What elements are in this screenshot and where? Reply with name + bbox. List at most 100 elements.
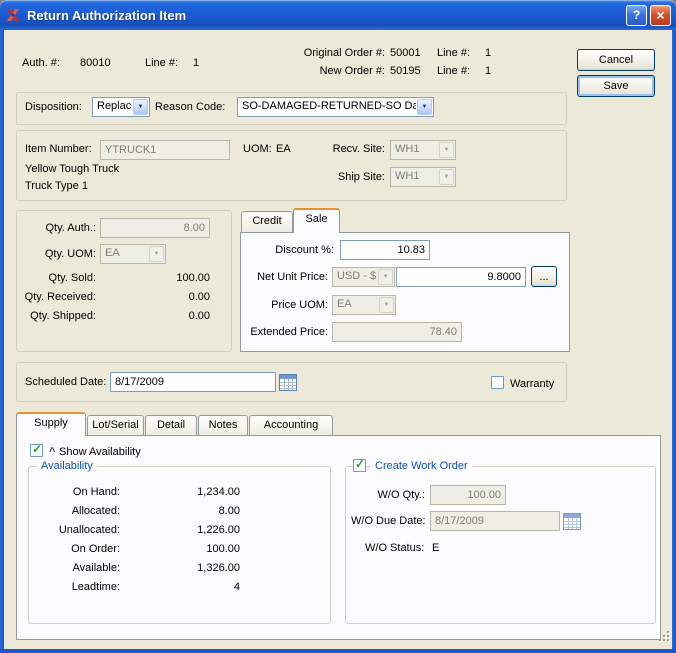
chevron-down-icon: ▼ [379,297,394,313]
leadtime-value: 4 [128,581,240,594]
close-button[interactable]: × [650,5,671,26]
recv-site-value: WH1 [391,141,438,159]
price-uom-select: EA ▼ [332,295,396,315]
ship-site-value: WH1 [391,168,438,186]
return-authorization-item-window: Return Authorization Item ? × Auth. #: 8… [0,0,676,653]
scheduled-date-calendar-button[interactable] [279,374,297,391]
new-order-label: New Order #: [270,65,385,78]
chevron-down-icon: ▼ [378,269,393,285]
uom-label: UOM: [243,143,272,156]
tab-supply[interactable]: Supply [16,412,86,436]
warranty-label: Warranty [510,378,554,391]
qty-auth-label: Qty. Auth.: [14,222,96,235]
auth-number-value: 80010 [80,57,111,70]
net-unit-price-field[interactable] [396,267,526,287]
qty-sold-label: Qty. Sold: [14,272,96,285]
resize-grip[interactable] [658,630,671,643]
unallocated-value: 1,226.00 [128,524,240,537]
line-number-value: 1 [193,57,199,70]
wo-status-value: E [432,542,439,555]
extended-price-label: Extended Price: [240,326,328,339]
new-order-value: 50195 [390,65,421,78]
tab-sale[interactable]: Sale [293,208,340,233]
check-icon: ✓ [355,457,365,471]
wo-due-date-label: W/O Due Date: [351,515,425,528]
window-border-bottom [0,649,676,653]
window-border-right [672,30,676,653]
scheduled-date-label: Scheduled Date: [25,376,106,389]
chevron-down-icon: ▼ [439,169,454,185]
new-line-value: 1 [485,65,491,78]
unallocated-label: Unallocated: [34,524,120,537]
tab-notes[interactable]: Notes [198,415,248,435]
on-hand-value: 1,234.00 [128,486,240,499]
item-number-label: Item Number: [25,143,92,156]
qty-received-value: 0.00 [130,291,210,304]
leadtime-label: Leadtime: [34,581,120,594]
item-description-line1: Yellow Tough Truck [25,163,119,176]
discount-field[interactable] [340,240,430,260]
create-work-order-title: Create Work Order [371,460,472,473]
disposition-value: Replace [93,98,132,116]
wo-due-date-field [430,511,560,531]
qty-uom-label: Qty. UOM: [14,248,96,261]
qty-shipped-value: 0.00 [130,310,210,323]
reason-code-select[interactable]: SO-DAMAGED-RETURNED-SO Damaged ▼ [237,97,434,117]
titlebar[interactable]: Return Authorization Item ? × [0,0,676,30]
wo-qty-label: W/O Qty.: [351,489,425,502]
disposition-label: Disposition: [25,101,82,114]
availability-title: Availability [37,460,97,473]
save-button[interactable]: Save [577,75,655,97]
qty-sold-value: 100.00 [130,272,210,285]
warranty-checkbox[interactable] [491,376,504,389]
auth-number-label: Auth. #: [22,57,60,70]
reason-code-value: SO-DAMAGED-RETURNED-SO Damaged [238,98,416,116]
wo-due-date-calendar-button [563,513,581,530]
discount-label: Discount %: [246,244,334,257]
window-border-left [0,30,4,653]
wo-qty-field [430,485,506,505]
available-label: Available: [34,562,120,575]
extended-price-field [332,322,462,342]
check-icon: ✓ [32,442,42,456]
tab-credit[interactable]: Credit [241,211,293,232]
app-icon [5,7,23,23]
chevron-down-icon: ▼ [149,246,164,262]
item-description-line2: Truck Type 1 [25,180,88,193]
net-unit-price-label: Net Unit Price: [240,271,328,284]
line-number-label: Line #: [145,57,178,70]
tab-accounting[interactable]: Accounting [249,415,333,435]
disposition-select[interactable]: Replace ▼ [92,97,150,117]
ship-site-label: Ship Site: [310,171,385,184]
tab-detail[interactable]: Detail [145,415,197,435]
show-availability-checkbox[interactable]: ✓ [30,444,43,457]
create-work-order-checkbox[interactable]: ✓ [353,459,366,472]
item-number-field [100,140,230,160]
reason-code-label: Reason Code: [155,101,225,114]
original-order-label: Original Order #: [270,47,385,60]
collapse-caret-icon[interactable]: ^ [49,447,55,457]
on-order-value: 100.00 [128,543,240,556]
window-title: Return Authorization Item [27,8,623,23]
price-lookup-button[interactable]: ... [531,266,557,287]
qty-uom-value: EA [101,245,148,263]
uom-value: EA [276,143,291,156]
available-value: 1,326.00 [128,562,240,575]
price-uom-label: Price UOM: [240,299,328,312]
qty-shipped-label: Qty. Shipped: [14,310,96,323]
cancel-button[interactable]: Cancel [577,49,655,71]
help-button[interactable]: ? [626,5,647,26]
price-uom-value: EA [333,296,378,314]
scheduled-date-field[interactable] [110,372,276,392]
on-order-label: On Order: [34,543,120,556]
chevron-down-icon: ▼ [417,99,432,115]
ship-site-select: WH1 ▼ [390,167,456,187]
allocated-value: 8.00 [128,505,240,518]
wo-status-label: W/O Status: [365,542,424,555]
recv-site-label: Recv. Site: [310,143,385,156]
qty-auth-field [100,218,210,238]
tab-lot-serial[interactable]: Lot/Serial [87,415,144,435]
qty-uom-select: EA ▼ [100,244,166,264]
qty-received-label: Qty. Received: [14,291,96,304]
currency-select: USD - $ ▼ [332,267,395,287]
